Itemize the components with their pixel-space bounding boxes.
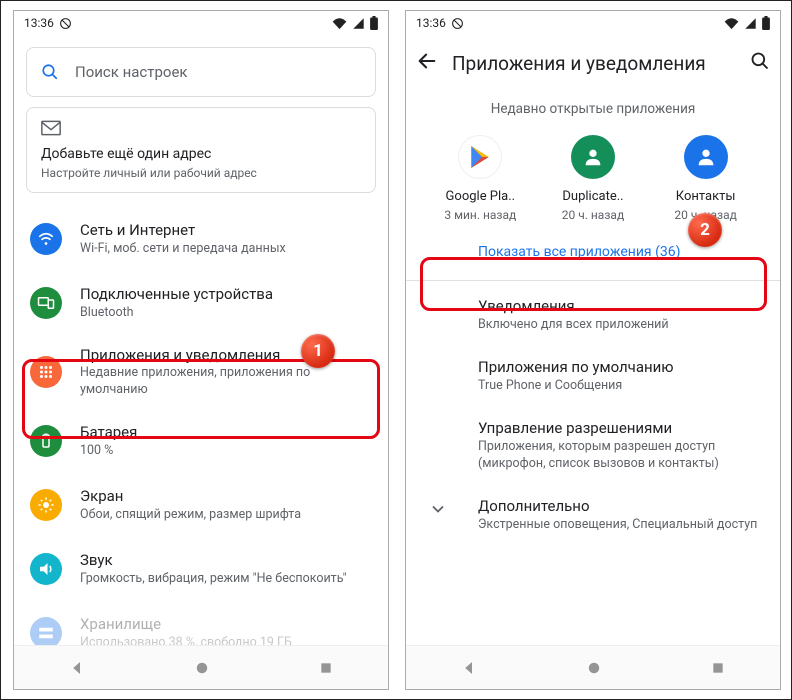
card-sub: Настройте личный или рабочий адрес <box>41 166 361 180</box>
signal-icon <box>744 17 757 30</box>
item-default-apps[interactable]: Приложения по умолчанию True Phone и Соо… <box>406 346 780 407</box>
search-button[interactable] <box>750 51 770 75</box>
play-store-icon <box>467 144 493 170</box>
statusbar: 13:36 <box>14 11 388 35</box>
nav-recent[interactable] <box>318 660 334 676</box>
nav-bar <box>406 645 780 689</box>
phone-settings-main: 13:36 Поиск настроек Добавьте ещё один а… <box>13 10 389 690</box>
item-display[interactable]: ЭкранОбои, спящий режим, размер шрифта <box>14 473 388 537</box>
item-apps[interactable]: Приложения и уведомленияНедавние приложе… <box>14 335 388 409</box>
show-all-apps[interactable]: Показать все приложения (36) <box>406 228 780 276</box>
chevron-down-icon <box>428 499 448 519</box>
recent-app-google-play[interactable]: Google Pla.. 3 мин. назад <box>435 135 525 222</box>
dnd-icon <box>451 17 464 30</box>
apps-icon <box>37 363 55 381</box>
battery-icon <box>370 16 378 30</box>
statusbar: 13:36 <box>406 11 780 35</box>
sound-icon <box>37 560 55 578</box>
wifi-icon <box>332 17 347 30</box>
app-bar: Приложения и уведомления <box>406 35 780 91</box>
battery-icon <box>37 432 55 450</box>
settings-list: Сеть и ИнтернетWi-Fi, моб. сети и переда… <box>14 207 388 665</box>
item-devices[interactable]: Подключенные устройстваBluetooth <box>14 271 388 335</box>
nav-recent[interactable] <box>710 660 726 676</box>
phone-apps-notifications: 13:36 Приложения и уведомления Недавно о… <box>405 10 781 690</box>
add-address-card[interactable]: Добавьте ещё один адрес Настройте личный… <box>26 107 376 193</box>
wifi-icon <box>724 17 739 30</box>
signal-icon <box>352 17 365 30</box>
wifi-icon <box>37 230 55 248</box>
status-time: 13:36 <box>416 16 446 30</box>
dnd-icon <box>59 17 72 30</box>
storage-icon <box>37 624 55 642</box>
status-time: 13:36 <box>24 16 54 30</box>
page-title: Приложения и уведомления <box>452 52 736 75</box>
item-notifications[interactable]: Уведомления Включено для всех приложений <box>406 285 780 346</box>
nav-home[interactable] <box>585 659 603 677</box>
back-button[interactable] <box>416 50 438 76</box>
duplicate-icon <box>582 146 604 168</box>
recent-app-contacts[interactable]: Контакты 20 ч. назад <box>661 135 751 222</box>
search-placeholder: Поиск настроек <box>75 63 188 81</box>
search-icon <box>750 51 770 71</box>
search-settings[interactable]: Поиск настроек <box>26 47 376 97</box>
recent-apps-title: Недавно открытые приложения <box>406 91 780 135</box>
item-sound[interactable]: ЗвукГромкость, вибрация, режим "Не беспо… <box>14 537 388 601</box>
contacts-icon <box>695 146 717 168</box>
nav-back[interactable] <box>460 659 478 677</box>
nav-home[interactable] <box>193 659 211 677</box>
battery-icon <box>762 16 770 30</box>
recent-apps: Google Pla.. 3 мин. назад Duplicate.. 20… <box>406 135 780 228</box>
search-icon <box>41 63 59 81</box>
devices-icon <box>37 294 55 312</box>
item-advanced[interactable]: Дополнительно Экстренные оповещения, Спе… <box>406 485 780 546</box>
card-title: Добавьте ещё один адрес <box>41 146 361 162</box>
nav-back[interactable] <box>68 659 86 677</box>
item-battery[interactable]: Батарея100 % <box>14 409 388 473</box>
mail-icon <box>41 120 61 136</box>
recent-app-duplicate[interactable]: Duplicate.. 20 ч. назад <box>548 135 638 222</box>
brightness-icon <box>37 496 55 514</box>
item-permissions[interactable]: Управление разрешениями Приложения, кото… <box>406 407 780 485</box>
divider <box>406 280 780 281</box>
nav-bar <box>14 645 388 689</box>
arrow-back-icon <box>416 50 438 72</box>
item-network[interactable]: Сеть и ИнтернетWi-Fi, моб. сети и переда… <box>14 207 388 271</box>
